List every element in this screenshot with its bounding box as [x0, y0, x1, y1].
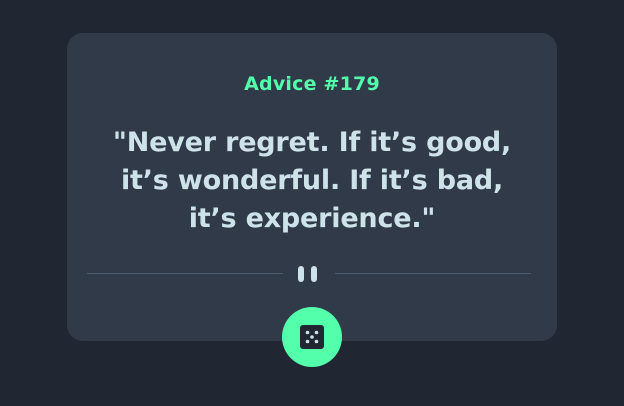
pause-bar-left	[298, 266, 304, 282]
divider-right-line	[335, 273, 531, 274]
advice-card: Advice #179 "Never regret. If it’s good,…	[67, 33, 557, 341]
generate-advice-button[interactable]	[282, 307, 342, 367]
pause-bar-right	[311, 266, 317, 282]
pause-icon	[298, 266, 320, 282]
divider-left-line	[87, 273, 283, 274]
dice-icon	[300, 325, 324, 349]
advice-quote: "Never regret. If it’s good, it’s wonder…	[112, 127, 512, 234]
advice-id: Advice #179	[244, 73, 380, 95]
